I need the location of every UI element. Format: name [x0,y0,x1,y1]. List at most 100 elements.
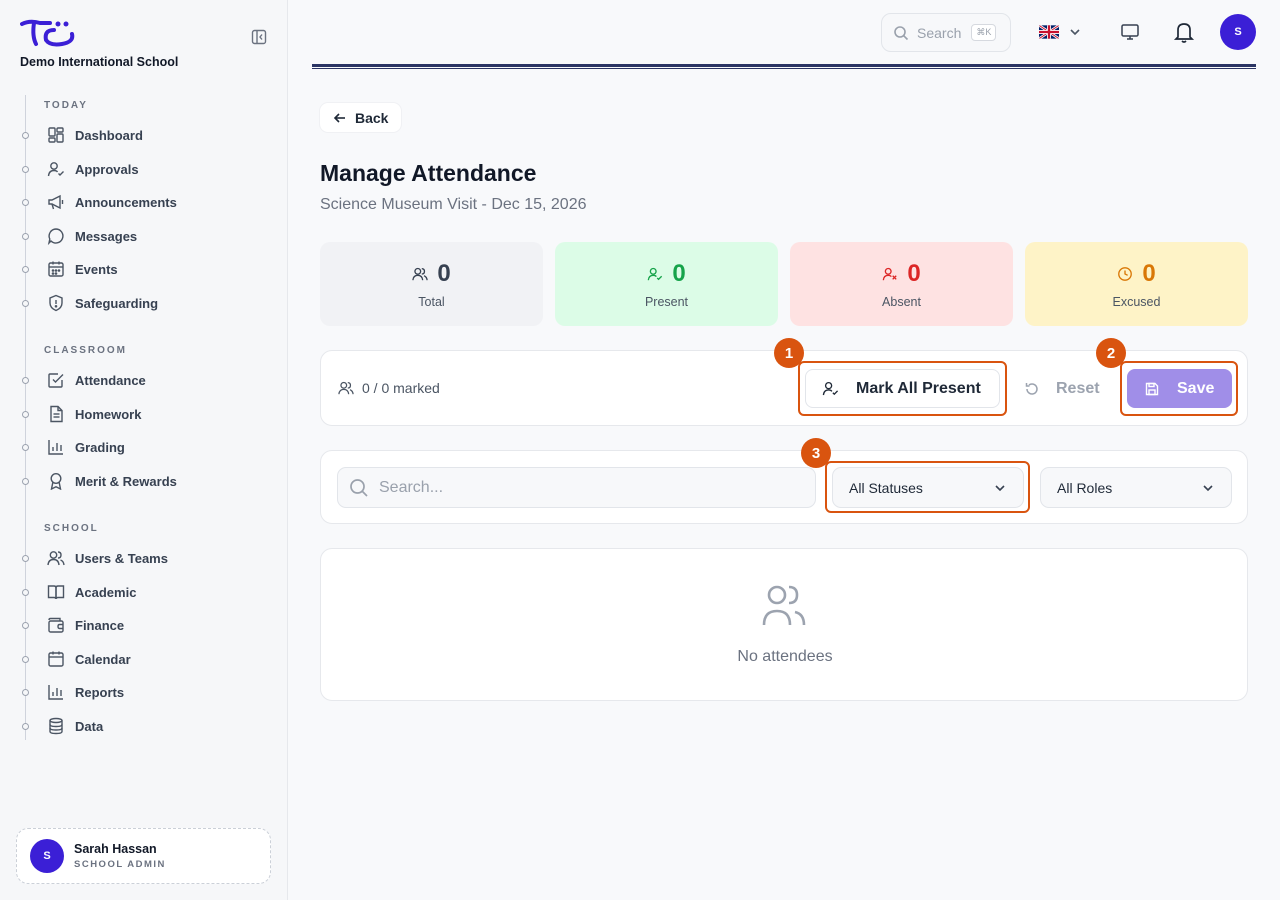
stat-label: Absent [882,294,921,309]
back-button[interactable]: Back [320,103,402,132]
nav-section-classroom: CLASSROOM [44,345,127,356]
chat-bubble-icon [46,226,66,246]
sidebar-item-attendance[interactable]: Attendance [22,366,272,394]
sidebar-item-announcements[interactable]: Announcements [22,188,272,216]
marked-count: 0 / 0 marked [338,380,440,396]
header-divider [312,64,1256,67]
highlight-box-2 [1120,361,1238,416]
users-icon [338,381,354,395]
header-divider-thin [312,68,1256,69]
sidebar-item-label: Safeguarding [75,295,159,311]
calendar-grid-icon [46,259,66,279]
language-selector[interactable] [1039,22,1081,42]
sidebar-item-approvals[interactable]: Approvals [22,155,272,183]
role-filter-select[interactable]: All Roles [1040,467,1232,508]
sidebar-item-academic[interactable]: Academic [22,578,272,606]
sidebar-item-label: Homework [75,406,142,422]
bar-chart-icon [46,437,66,457]
user-profile-card[interactable]: S Sarah Hassan SCHOOL ADMIN [16,828,271,884]
sidebar-item-dashboard[interactable]: Dashboard [22,121,272,149]
highlight-box-1 [798,361,1007,416]
sidebar-item-label: Data [75,718,104,734]
sidebar-item-grading[interactable]: Grading [22,433,272,461]
role-filter-value: All Roles [1057,479,1113,496]
sidebar-item-label: Calendar [75,651,131,667]
search-label: Search [917,24,962,41]
annotation-badge-1: 1 [774,338,804,368]
sidebar-item-events[interactable]: Events [22,255,272,283]
sidebar-item-label: Dashboard [75,127,143,143]
avatar: S [30,839,64,873]
sidebar-item-label: Messages [75,228,138,244]
empty-state-text: No attendees [737,648,833,665]
stat-value: 0 [907,259,921,287]
highlight-box-3 [825,461,1030,513]
nav-section-today: TODAY [44,100,88,111]
chevron-down-icon [1203,484,1213,491]
user-name: Sarah Hassan [74,842,157,856]
users-icon [762,585,806,626]
sidebar-item-finance[interactable]: Finance [22,611,272,639]
sidebar-item-merit-rewards[interactable]: Merit & Rewards [22,467,272,495]
stat-label: Excused [1112,294,1161,309]
sidebar-item-users-teams[interactable]: Users & Teams [22,544,272,572]
monitor-icon[interactable] [1120,22,1140,42]
sidebar-item-label: Attendance [75,372,146,388]
attendee-list: No attendees [320,548,1248,701]
search-icon [350,478,368,497]
stat-card-excused: 0 Excused [1025,242,1248,326]
page-subtitle: Science Museum Visit - Dec 15, 2026 [320,196,587,213]
checkbox-icon [46,370,66,390]
megaphone-icon [46,192,66,212]
reset-button[interactable]: Reset [1024,369,1100,408]
user-x-icon [882,267,898,280]
bar-chart-icon [46,682,66,702]
stat-value: 0 [437,259,451,287]
stat-card-absent: 0 Absent [790,242,1013,326]
attendee-search-input[interactable]: Search... [337,467,816,508]
sidebar-item-label: Finance [75,617,125,633]
sidebar-item-label: Reports [75,684,125,700]
global-search[interactable]: Search ⌘K [881,13,1011,52]
sidebar-item-safeguarding[interactable]: Safeguarding [22,289,272,317]
stat-value: 0 [672,259,686,287]
search-shortcut: ⌘K [971,24,997,41]
users-icon [46,548,66,568]
stat-card-present: 0 Present [555,242,778,326]
sidebar-item-label: Users & Teams [75,550,168,566]
award-icon [46,471,66,491]
sidebar-item-reports[interactable]: Reports [22,678,272,706]
stat-label: Total [418,294,445,309]
bell-icon[interactable] [1173,20,1195,44]
sidebar-item-label: Events [75,261,118,277]
collapse-sidebar-icon[interactable] [250,28,268,46]
stat-label: Present [644,294,689,309]
school-logo [20,19,75,47]
calendar-icon [46,649,66,669]
avatar[interactable]: S [1220,14,1256,50]
annotation-badge-2: 2 [1096,338,1126,368]
sidebar-item-data[interactable]: Data [22,712,272,740]
school-name: Demo International School [20,55,179,69]
sidebar-item-homework[interactable]: Homework [22,400,272,428]
uk-flag-icon [1039,25,1059,39]
sidebar-item-messages[interactable]: Messages [22,222,272,250]
page-title: Manage Attendance [320,160,537,186]
user-check-icon [647,267,663,280]
user-role: SCHOOL ADMIN [74,859,166,870]
sidebar-item-label: Approvals [75,161,139,177]
clock-icon [1118,266,1133,281]
database-icon [46,716,66,736]
stat-value: 0 [1142,259,1156,287]
sidebar-item-label: Grading [75,439,125,455]
wallet-icon [46,615,66,635]
back-label: Back [355,109,389,126]
document-icon [46,404,66,424]
sidebar: Demo International School TODAY CLASSROO… [0,0,288,900]
sidebar-item-calendar[interactable]: Calendar [22,645,272,673]
reset-label: Reset [1056,379,1100,397]
search-icon [894,25,909,40]
sidebar-item-label: Academic [75,584,137,600]
sidebar-item-label: Announcements [75,194,177,210]
user-check-icon [46,159,66,179]
